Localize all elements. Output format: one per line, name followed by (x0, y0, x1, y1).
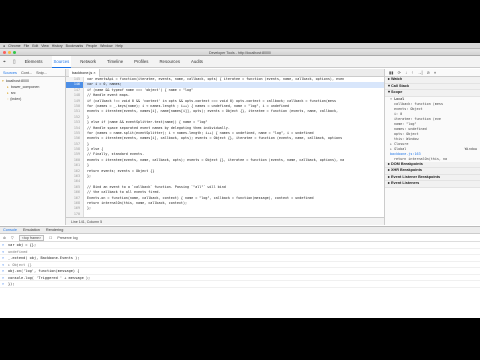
debugger-sidebar: ▮▮ ⟳ ↓ ↑ →| ⊘ ⏸ ▸ Watch ▾ Call Stack ▾ Scope ▾… (384, 69, 480, 225)
inspect-icon[interactable]: ⌖ (3, 59, 6, 65)
navigator-subtab-sources[interactable]: Sources (3, 71, 17, 75)
devtools-tabbar: ⌖ ▯ Elements Sources Network Timeline Profil… (0, 55, 480, 68)
tab-resources[interactable]: Resources (157, 56, 182, 68)
console-output[interactable]: > var obj = {}; < undefined > _.extend( obj, … (0, 242, 480, 318)
pause-on-exceptions-icon[interactable]: ⊘ (427, 70, 431, 75)
navigator-subtab-snip[interactable]: Snip... (36, 71, 47, 75)
menu-item-view[interactable]: View (41, 44, 49, 48)
editor-status-bar: Line 141, Column 5 (66, 217, 384, 225)
filter-icon[interactable]: ▽ (11, 236, 14, 240)
title-bar: Developer Tools - http://localhost:8000/ (0, 49, 480, 56)
menu-item-help[interactable]: Help (116, 44, 123, 48)
folder-icon: ▾ (2, 79, 4, 83)
navigator-subtabs: Sources Cont... Snip... (0, 69, 65, 77)
menu-item-file[interactable]: File (24, 44, 30, 48)
debugger-controls: ▮▮ ⟳ ↓ ↑ →| ⊘ ⏸ (385, 69, 480, 77)
drawer-tab-emulation[interactable]: Emulation (23, 228, 40, 232)
console-text: obj.on('log', function(message) { (8, 269, 80, 273)
console-toolbar: ⊘ ▽ <top frame> ☐ Preserve log (0, 234, 480, 242)
menu-item-bookmarks[interactable]: Bookmarks (66, 44, 84, 48)
tab-network[interactable]: Network (78, 56, 98, 68)
menu-item-history[interactable]: History (52, 44, 63, 48)
preserve-log-checkbox[interactable]: ☐ (49, 236, 52, 240)
console-text: _.extend( obj, Backbone.Events ); (8, 256, 80, 260)
event-listeners-section[interactable]: ▸ Event Listeners (385, 181, 480, 188)
sources-panel: Sources Cont... Snip... ▾ localhost:8000 ▸ bo… (0, 68, 480, 225)
preserve-log-label: Preserve log (57, 235, 78, 240)
tab-sources[interactable]: Sources (51, 55, 72, 68)
file-tab-backbone[interactable]: backbone.js × (69, 68, 100, 77)
drawer-tab-console[interactable]: Console (3, 228, 17, 232)
window-title: Developer Tools - http://localhost:8000/ (208, 50, 272, 55)
line-text: events = iteratee(events, name, callback… (87, 157, 345, 162)
drawer-tab-rendering[interactable]: Rendering (46, 228, 64, 232)
menu-item-people[interactable]: People (86, 44, 97, 48)
code-line: 160 events = iteratee(events, name, call… (66, 157, 384, 164)
code-line: 156 events = iteratee(events, names[i], … (66, 136, 384, 142)
prompt-arrow-icon: > (2, 282, 5, 286)
console-text: }); (8, 282, 15, 286)
tree-node-label: (index) (10, 97, 22, 101)
tab-profiles[interactable]: Profiles (132, 56, 150, 68)
tab-elements[interactable]: Elements (23, 56, 45, 68)
step-into-icon[interactable]: ↓ (405, 70, 407, 75)
drawer-tabs: Console Emulation Rendering (0, 226, 480, 234)
menu-item-edit[interactable]: Edit (32, 44, 38, 48)
cursor-position: Line 141, Column 5 (71, 219, 103, 224)
code-editor: backbone.js × 145 var eventsApi = functi… (66, 68, 384, 225)
menu-item-window[interactable]: Window (100, 44, 112, 48)
clear-console-icon[interactable]: ⊘ (3, 236, 6, 240)
console-text: var obj = {}; (8, 243, 37, 247)
line-text: events = iteratee(events, names[i], name… (87, 109, 339, 114)
line-text: var eventsApi = function(iteratee, event… (87, 77, 345, 81)
async-icon[interactable]: ⏸ (434, 70, 436, 75)
deactivate-breakpoints-icon[interactable]: →| (417, 70, 422, 75)
line-text: return internalOn(this, name, callback, … (87, 200, 188, 205)
code-area[interactable]: 145 var eventsApi = function(iteratee, e… (66, 77, 384, 217)
scope-variables: callback: function (mess events: Object i:… (385, 102, 480, 142)
global-value: Window (464, 146, 477, 151)
console-text: undefined (8, 249, 28, 254)
line-text: return events; events = Object {} (87, 168, 155, 173)
tab-timeline[interactable]: Timeline (105, 56, 125, 68)
console-input-line: >}); (0, 281, 480, 288)
device-mode-icon[interactable]: ▯ (13, 59, 16, 65)
code-line: 151 events = iteratee(events, names[i], … (66, 109, 384, 115)
line-text: events = iteratee(events, names[i], call… (87, 136, 343, 141)
global-label: ▸ Global (390, 146, 407, 151)
file-tree: ▾ localhost:8000 ▸ bower_componen ▸ src ▫ (inde… (0, 77, 65, 103)
navigator-pane: Sources Cont... Snip... ▾ localhost:8000 ▸ bo… (0, 69, 66, 225)
step-out-icon[interactable]: ↑ (411, 70, 413, 75)
pause-icon[interactable]: ▮▮ (389, 70, 394, 75)
devtools-window: ● Chrome File Edit View History Bookmarks Peopl… (0, 43, 480, 318)
navigator-subtab-cont[interactable]: Cont... (21, 71, 32, 75)
file-icon: ▫ (7, 97, 9, 101)
frame-select[interactable]: <top frame> (18, 234, 45, 241)
apple-menu-icon[interactable]: ● (3, 44, 5, 48)
tab-audits[interactable]: Audits (189, 56, 205, 68)
console-text: ▸ Object {} (8, 262, 32, 267)
editor-tabs: backbone.js × (66, 68, 384, 77)
console-text: console.log( 'Triggered ' + message ); (8, 275, 91, 280)
step-over-icon[interactable]: ⟳ (398, 70, 402, 75)
tree-node-index[interactable]: ▫ (index) (2, 96, 63, 102)
menu-item-chrome[interactable]: Chrome (8, 44, 20, 48)
